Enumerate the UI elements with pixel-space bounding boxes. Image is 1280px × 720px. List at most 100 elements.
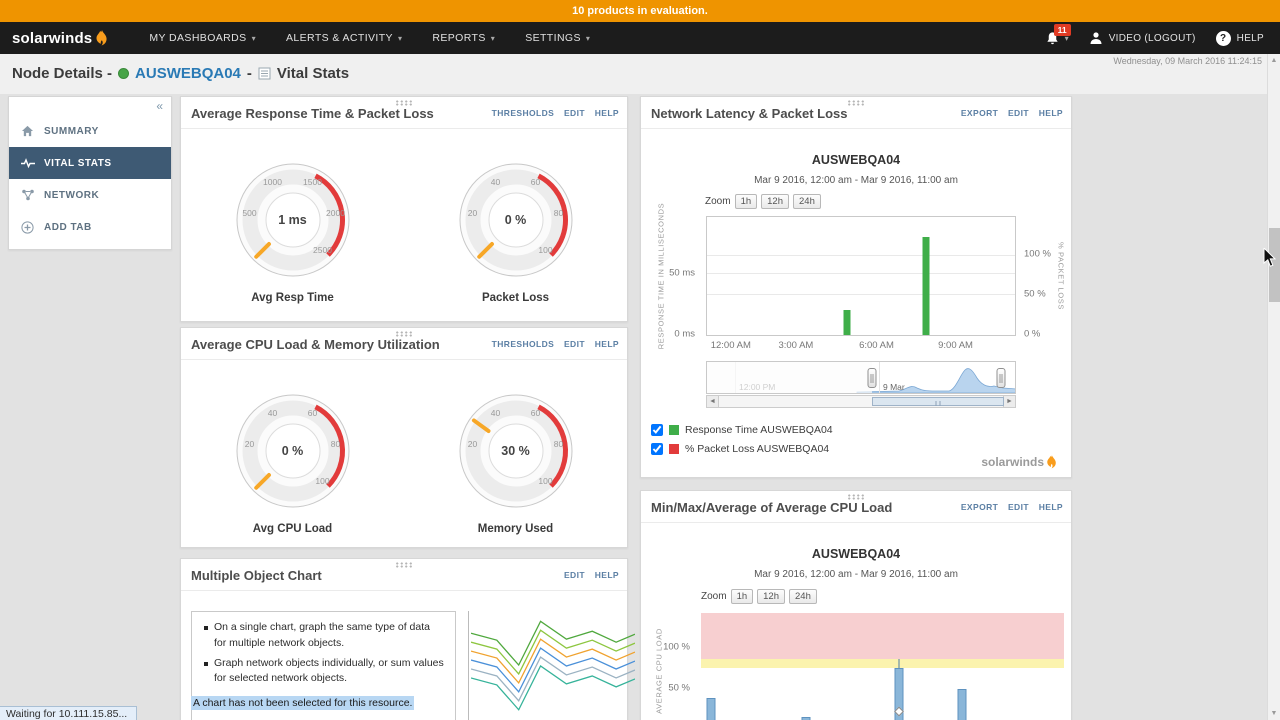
range-gridline [879, 362, 880, 393]
nav-settings[interactable]: SETTINGS ▾ [510, 22, 605, 54]
gauge-tick: 20 [244, 439, 255, 449]
view-icon [258, 67, 271, 80]
zoom-12h-button[interactable]: 12h [757, 589, 785, 604]
drag-handle-icon[interactable] [847, 100, 865, 106]
drag-handle-icon[interactable] [395, 562, 413, 568]
gauge-tick: 1000 [263, 177, 282, 187]
nav-alerts-activity[interactable]: ALERTS & ACTIVITY ▾ [271, 22, 417, 54]
chart-hscrollbar[interactable]: ◄ ► [706, 395, 1016, 408]
scrollbar-thumb[interactable] [1269, 228, 1280, 302]
page-content: Wednesday, 09 March 2016 11:24:15 Node D… [0, 54, 1280, 720]
legend-checkbox-packet-loss[interactable] [651, 442, 663, 455]
range-scrubber[interactable]: 12:00 PM 9 Mar [706, 361, 1016, 394]
export-link[interactable]: EXPORT [961, 108, 998, 118]
legend-item-response-time[interactable]: Response Time AUSWEBQA04 [651, 420, 833, 439]
sidebar-collapse-button[interactable]: « [9, 97, 171, 115]
edit-link[interactable]: EDIT [1008, 108, 1029, 118]
gauge-tick: 80 [553, 208, 564, 218]
gauge-tick: 60 [530, 408, 541, 418]
zoom-12h-button[interactable]: 12h [761, 194, 789, 209]
sidebar-item-network[interactable]: NETWORK [9, 179, 171, 211]
nav-my-dashboards[interactable]: MY DASHBOARDS ▾ [134, 22, 271, 54]
zoom-1h-button[interactable]: 1h [730, 589, 754, 604]
nav-right: 11 ▾ VIDEO (LOGOUT) ? HELP [1045, 23, 1264, 46]
zoom-label: Zoom [705, 196, 731, 207]
gauge-value: 0 % [281, 444, 304, 458]
legend-item-packet-loss[interactable]: % Packet Loss AUSWEBQA04 [651, 439, 833, 458]
edit-link[interactable]: EDIT [564, 570, 585, 580]
gauge-tick: 2000 [326, 208, 345, 218]
axis-tick-label: 12:00 AM [710, 340, 751, 351]
chart-bar [706, 697, 716, 720]
card-network-latency: Network Latency & Packet Loss EXPORT EDI… [640, 96, 1072, 478]
x-axis-ticks: 12:00 AM 3:00 AM 6:00 AM 9:00 AM [706, 340, 1016, 352]
card-cpu-minmax: Min/Max/Average of Average CPU Load EXPO… [640, 490, 1072, 720]
edit-link[interactable]: EDIT [564, 108, 585, 118]
help-link[interactable]: HELP [1039, 108, 1063, 118]
brand-logo[interactable]: solarwinds [12, 30, 108, 47]
card-header: Average CPU Load & Memory Utilization TH… [181, 328, 627, 360]
caret-down-icon: ▾ [490, 33, 496, 43]
gauge-memory-used: 20 40 60 80 100 30 % Memory Used [428, 386, 603, 535]
edit-link[interactable]: EDIT [1008, 502, 1029, 512]
sidebar-item-summary[interactable]: SUMMARY [9, 115, 171, 147]
axis-tick-label: 0 % [1024, 328, 1041, 340]
thresholds-link[interactable]: THRESHOLDS [492, 339, 555, 349]
gridline [707, 254, 1015, 256]
axis-tick-label: 6:00 AM [859, 340, 894, 351]
zoom-1h-button[interactable]: 1h [734, 194, 758, 209]
axis-tick-label: 50 % [668, 682, 690, 694]
gauge-dial: 20 40 60 80 100 30 % [451, 386, 581, 516]
gauge-tick: 40 [490, 177, 501, 187]
user-menu[interactable]: VIDEO (LOGOUT) [1089, 31, 1196, 45]
scrubber-handle-right[interactable] [996, 367, 1006, 388]
gauge-tick: 20 [467, 439, 478, 449]
user-label: VIDEO (LOGOUT) [1108, 32, 1196, 44]
home-icon [20, 125, 35, 137]
card-header: Multiple Object Chart EDIT HELP [181, 559, 627, 591]
notification-badge: 11 [1053, 23, 1071, 36]
thresholds-link[interactable]: THRESHOLDS [492, 108, 555, 118]
vertical-scrollbar[interactable]: ▲ ▼ [1267, 54, 1280, 720]
help-link[interactable]: HELP [595, 108, 619, 118]
gauge-tick: 20 [467, 208, 478, 218]
sidebar-item-add-tab[interactable]: ADD TAB [9, 211, 171, 243]
scroll-left-arrow[interactable]: ◄ [707, 396, 719, 407]
bullet-item: On a single chart, graph the same type o… [202, 620, 445, 652]
range-dim-overlay [707, 362, 872, 393]
legend-label: % Packet Loss AUSWEBQA04 [685, 442, 830, 455]
gauge-row: 500 1000 1500 2000 2500 1 ms Avg Resp Ti… [181, 129, 627, 304]
hscrollbar-thumb[interactable] [871, 397, 1005, 406]
y-axis-label-right: % PACKET LOSS [1056, 242, 1066, 310]
gauge-packet-loss: 20 40 60 80 100 0 % Packet Loss [428, 155, 603, 304]
notifications-button[interactable]: 11 ▾ [1045, 23, 1071, 46]
plus-icon [20, 220, 35, 234]
zoom-24h-button[interactable]: 24h [793, 194, 821, 209]
card-links: EDIT HELP [557, 570, 619, 580]
sidebar-item-vital-stats[interactable]: VITAL STATS [9, 147, 171, 179]
help-link[interactable]: HELP [595, 339, 619, 349]
zoom-24h-button[interactable]: 24h [789, 589, 817, 604]
eval-banner: 10 products in evaluation. [0, 0, 1280, 22]
help-link[interactable]: HELP [1039, 502, 1063, 512]
latency-chart[interactable] [706, 216, 1016, 336]
gauge-value: 1 ms [278, 213, 307, 227]
scrollbar-up-arrow[interactable]: ▲ [1268, 54, 1280, 67]
caret-down-icon: ▾ [585, 33, 591, 43]
scrollbar-down-arrow[interactable]: ▼ [1268, 707, 1280, 720]
chart-title: AUSWEBQA04 [811, 547, 901, 561]
cpu-minmax-chart[interactable] [701, 613, 1064, 720]
help-menu[interactable]: ? HELP [1215, 30, 1264, 46]
scroll-right-arrow[interactable]: ► [1003, 396, 1015, 407]
nav-reports[interactable]: REPORTS ▾ [417, 22, 510, 54]
y-axis-ticks-left: 50 ms 0 ms [641, 216, 701, 340]
scrubber-handle-left[interactable] [867, 367, 877, 388]
card-response-packet: Average Response Time & Packet Loss THRE… [180, 96, 628, 322]
gauge-tick: 100 [538, 476, 553, 486]
help-link[interactable]: HELP [595, 570, 619, 580]
preview-chart [468, 611, 636, 720]
brand-text: solarwinds [12, 29, 93, 47]
export-link[interactable]: EXPORT [961, 502, 998, 512]
legend-checkbox-response-time[interactable] [651, 423, 663, 436]
card-multiple-object-chart: Multiple Object Chart EDIT HELP On a sin… [180, 558, 636, 720]
